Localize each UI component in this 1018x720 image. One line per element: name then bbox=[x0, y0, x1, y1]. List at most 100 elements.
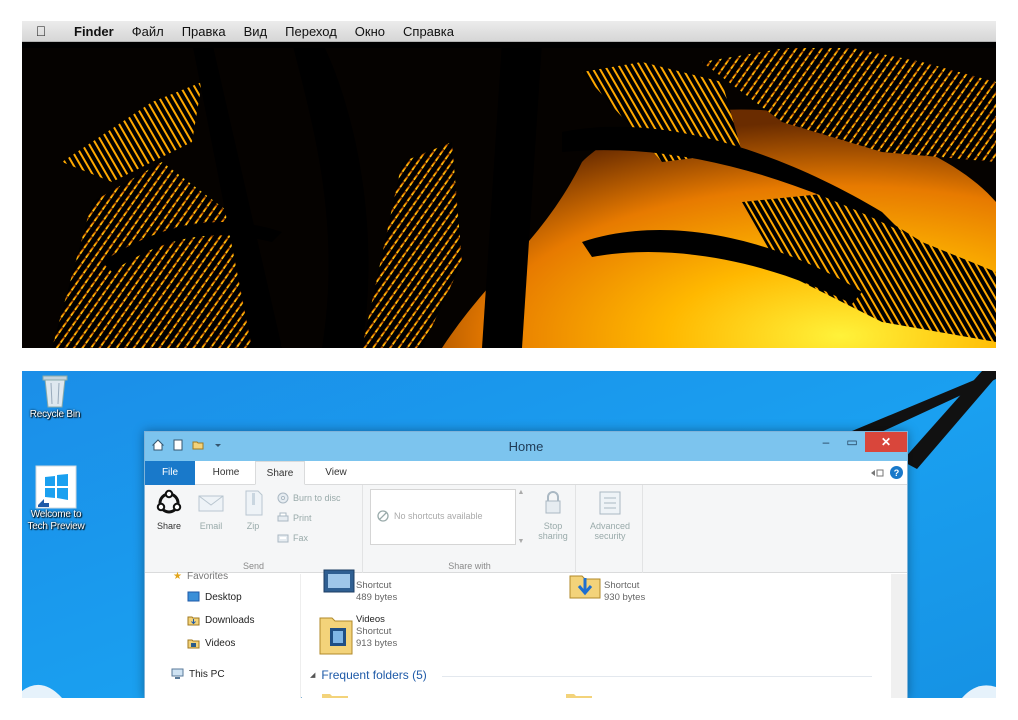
share-with-empty: No shortcuts available bbox=[377, 510, 483, 522]
frequent-folder-icon-partial-2[interactable] bbox=[564, 690, 594, 698]
help-button[interactable]: ? bbox=[890, 466, 903, 479]
file-2-details: Shortcut 930 bytes bbox=[604, 580, 645, 604]
vertical-scrollbar[interactable] bbox=[891, 574, 907, 698]
star-icon: ★ bbox=[173, 570, 182, 582]
email-icon bbox=[198, 495, 224, 512]
menu-view[interactable]: Вид bbox=[235, 21, 277, 42]
nav-item-this-pc[interactable]: This PC bbox=[171, 666, 225, 682]
burn-to-disc-button[interactable]: Burn to disc bbox=[277, 489, 341, 507]
welcome-tech-preview-shortcut[interactable]: Welcome to Tech Preview bbox=[22, 465, 93, 533]
videos-folder-icon bbox=[187, 639, 200, 649]
tab-home[interactable]: Home bbox=[201, 461, 251, 485]
navigation-pane: ★ Favorites Desktop Downloads Videos Thi… bbox=[145, 571, 301, 698]
ribbon-collapse-icon[interactable] bbox=[870, 468, 884, 478]
tab-file[interactable]: File bbox=[145, 461, 195, 485]
fax-icon bbox=[277, 534, 289, 543]
menu-file[interactable]: Файл bbox=[123, 21, 173, 42]
stop-sharing-button[interactable]: Stop sharing bbox=[532, 489, 574, 541]
share-button[interactable]: Share bbox=[149, 489, 189, 531]
file-3-details: Videos Shortcut 913 bytes bbox=[356, 614, 397, 650]
printer-icon bbox=[277, 512, 289, 522]
share-with-scroller[interactable]: ▲ ▼ bbox=[516, 489, 526, 545]
share-with-list[interactable]: No shortcuts available bbox=[370, 489, 516, 545]
stop-sharing-label-1: Stop bbox=[543, 521, 563, 531]
nav-videos-label: Videos bbox=[205, 637, 236, 649]
share-with-group-label: Share with bbox=[448, 561, 491, 571]
ribbon-group-share-with: No shortcuts available ▲ ▼ Stop sharing … bbox=[364, 485, 576, 573]
zip-icon bbox=[245, 490, 263, 516]
file-explorer-window: Home – ▭ ✕ File Home Share View ? Share … bbox=[144, 431, 908, 698]
lock-icon bbox=[545, 491, 561, 514]
content-area: Shortcut 489 bytes Shortcut 930 bytes Vi… bbox=[302, 569, 892, 698]
file-2-type: Shortcut bbox=[604, 580, 640, 591]
welcome-label-line1: Welcome to bbox=[30, 509, 82, 520]
advanced-label-2: security bbox=[594, 531, 626, 541]
ribbon-help-area: ? bbox=[870, 466, 903, 479]
file-3-type: Shortcut bbox=[356, 626, 392, 637]
nav-favorites-label: Favorites bbox=[186, 570, 229, 582]
nav-desktop-label: Desktop bbox=[205, 591, 242, 603]
ribbon-group-advanced: Advanced security bbox=[577, 485, 643, 573]
recycle-bin-shortcut[interactable]: Recycle Bin bbox=[22, 371, 92, 421]
fax-button[interactable]: Fax bbox=[277, 529, 308, 547]
file-3-size: 913 bytes bbox=[356, 638, 398, 649]
computer-icon bbox=[171, 668, 184, 679]
share-icon bbox=[156, 489, 182, 514]
menu-go[interactable]: Переход bbox=[276, 21, 346, 42]
disc-icon bbox=[277, 492, 289, 504]
mac-desktop:  Finder Файл Правка Вид Переход Окно Сп… bbox=[22, 21, 996, 348]
stop-sharing-label-2: sharing bbox=[538, 531, 568, 541]
tab-view[interactable]: View bbox=[311, 461, 361, 485]
nav-item-desktop[interactable]: Desktop bbox=[187, 589, 242, 605]
file-2-size: 930 bytes bbox=[604, 592, 646, 603]
recycle-bin-icon bbox=[42, 375, 68, 408]
minimize-button[interactable]: – bbox=[813, 432, 839, 452]
scroll-up-icon[interactable]: ▲ bbox=[518, 489, 525, 496]
expand-arrow-icon[interactable]: ◢ bbox=[310, 671, 315, 679]
windows-logo-icon bbox=[35, 465, 77, 509]
window-title: Home bbox=[508, 439, 544, 454]
email-label: Email bbox=[199, 521, 223, 531]
advanced-label-1: Advanced bbox=[589, 521, 631, 531]
nav-this-pc-label: This PC bbox=[189, 668, 225, 680]
maximize-button[interactable]: ▭ bbox=[839, 432, 865, 452]
section-divider bbox=[442, 676, 872, 677]
print-button[interactable]: Print bbox=[277, 509, 312, 527]
videos-shortcut-icon[interactable] bbox=[316, 612, 358, 656]
mac-menubar:  Finder Файл Правка Вид Переход Окно Сп… bbox=[22, 21, 996, 42]
menu-edit[interactable]: Правка bbox=[173, 21, 235, 42]
frequent-folders-header[interactable]: ◢ Frequent folders (5) bbox=[310, 668, 427, 682]
file-3-name: Videos bbox=[356, 614, 385, 625]
welcome-label-line2: Tech Preview bbox=[27, 521, 85, 532]
email-button[interactable]: Email bbox=[191, 489, 231, 531]
scroll-down-icon[interactable]: ▼ bbox=[518, 538, 525, 545]
print-label: Print bbox=[293, 513, 312, 523]
share-with-placeholder: No shortcuts available bbox=[394, 511, 483, 521]
downloads-shortcut-icon[interactable] bbox=[564, 568, 606, 612]
nav-item-videos[interactable]: Videos bbox=[187, 635, 235, 651]
tab-share[interactable]: Share bbox=[255, 461, 305, 485]
window-controls: – ▭ ✕ bbox=[813, 432, 907, 452]
menu-window[interactable]: Окно bbox=[346, 21, 394, 42]
ribbon-group-send: Share Email Zip Burn to disc Print Fax S… bbox=[145, 485, 363, 573]
downloads-folder-icon bbox=[187, 616, 200, 626]
apple-logo-icon[interactable]:  bbox=[22, 23, 60, 39]
nav-item-downloads[interactable]: Downloads bbox=[187, 612, 254, 628]
share-label: Share bbox=[156, 521, 182, 531]
frequent-folder-icon-partial[interactable] bbox=[320, 690, 350, 698]
zip-button[interactable]: Zip bbox=[233, 489, 273, 531]
windows-desktop: Recycle Bin Welcome to Tech Preview Home… bbox=[22, 371, 996, 698]
no-entry-icon bbox=[377, 510, 389, 522]
recycle-bin-label: Recycle Bin bbox=[29, 409, 81, 420]
explorer-titlebar[interactable]: Home – ▭ ✕ bbox=[145, 432, 907, 461]
ribbon-tabs: File Home Share View ? bbox=[145, 461, 907, 485]
burn-label: Burn to disc bbox=[293, 493, 341, 503]
menu-help[interactable]: Справка bbox=[394, 21, 463, 42]
fax-label: Fax bbox=[293, 533, 309, 543]
menu-finder[interactable]: Finder bbox=[60, 21, 123, 42]
advanced-security-button[interactable]: Advanced security bbox=[583, 489, 637, 541]
file-1-details: Shortcut 489 bytes bbox=[356, 580, 397, 604]
close-button[interactable]: ✕ bbox=[865, 432, 907, 452]
nav-favorites-partial[interactable]: ★ Favorites bbox=[173, 568, 228, 584]
zip-label: Zip bbox=[246, 521, 260, 531]
